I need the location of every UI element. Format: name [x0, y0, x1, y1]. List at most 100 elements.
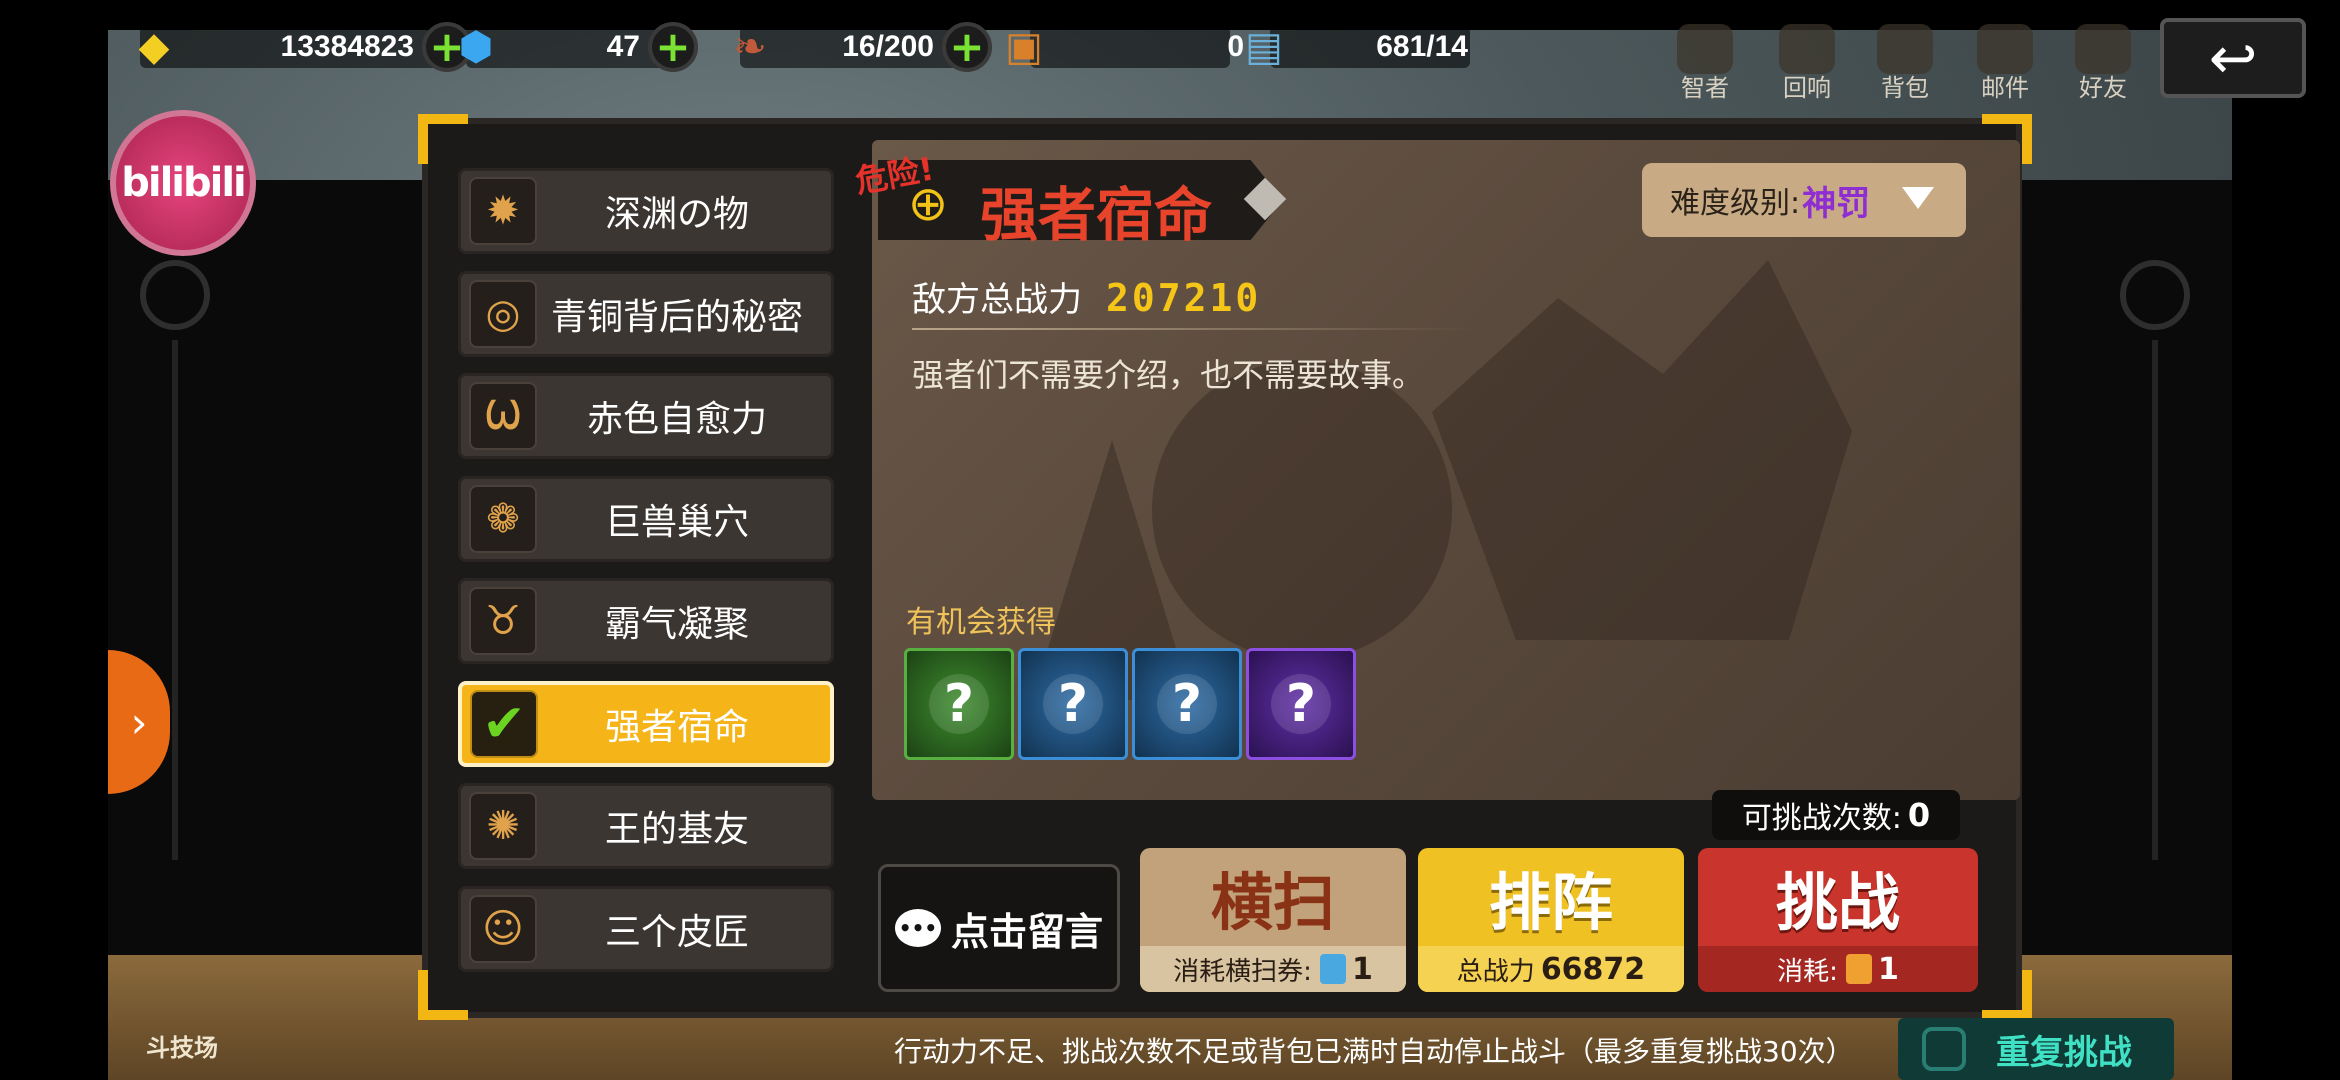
comment-button-label: 点击留言 — [950, 909, 1103, 954]
challenge-button-label: 挑战 — [1775, 866, 1900, 939]
comment-button[interactable]: ••• 点击留言 — [878, 864, 1120, 992]
gem-icon: ⬢ — [458, 24, 494, 70]
add-gem-button[interactable]: + — [648, 22, 698, 72]
paw-icon: ❁ — [469, 484, 537, 553]
book-resource: ▤ 681/14 — [1240, 24, 1468, 70]
reward-item[interactable]: ? — [1132, 648, 1242, 760]
friends-icon — [2075, 24, 2131, 74]
total-power-label: 总战力 — [1456, 956, 1535, 987]
check-icon: ✔ — [470, 689, 538, 758]
stamina-icon: ❧ — [733, 24, 767, 70]
difficulty-value: 神罚 — [1802, 183, 1871, 224]
sweep-button[interactable]: 横扫 消耗横扫券: 1 — [1140, 848, 1406, 992]
enemy-power: 敌方总战力 207210 — [912, 272, 1261, 321]
gold-icon: ◆ — [138, 24, 170, 70]
stage-item[interactable]: ☺ 三个皮匠 — [458, 885, 834, 972]
card-resource: ▣ 0 — [1000, 24, 1244, 70]
challenge-button[interactable]: 挑战 消耗: 1 — [1698, 848, 1978, 992]
back-arrow-icon: ↩ — [2208, 24, 2258, 92]
reward-list: ? ? ? ? — [904, 648, 1356, 760]
total-power-value: 66872 — [1540, 951, 1646, 987]
sage-icon — [1677, 24, 1733, 74]
book-value: 681/14 — [1376, 30, 1468, 63]
sun-icon: ✹ — [469, 177, 537, 245]
horn-icon: ♉ — [469, 587, 537, 655]
challenge-cost-value: 1 — [1877, 951, 1899, 987]
reward-item[interactable]: ? — [904, 648, 1014, 760]
auto-stop-note: 行动力不足、挑战次数不足或背包已满时自动停止战斗（最多重复挑战30次） — [894, 1035, 1854, 1068]
chevron-right-icon: › — [130, 697, 148, 747]
stamina-resource: ❧ 16/200 + — [726, 22, 992, 72]
stage-item-selected[interactable]: ✔ 强者宿命 — [458, 680, 834, 767]
stamina-value: 16/200 — [842, 30, 934, 63]
attempts-remaining: 可挑战次数: 0 — [1712, 790, 1960, 840]
card-value: 0 — [1227, 30, 1244, 63]
menu-sage[interactable]: 智者 — [1670, 24, 1740, 103]
fang-icon: Ѡ — [469, 382, 537, 450]
gem-resource: ⬢ 47 + — [452, 22, 698, 72]
menu-friends[interactable]: 好友 — [2068, 24, 2138, 103]
sweep-cost-value: 1 — [1351, 951, 1373, 987]
stage-item[interactable]: ✺ 王的基友 — [458, 783, 834, 869]
stage-label: 三个皮匠 — [604, 911, 749, 953]
stage-item[interactable]: ◎ 青铜背后的秘密 — [458, 270, 834, 357]
stage-title: 强者宿命 — [980, 181, 1213, 249]
difficulty-dropdown[interactable]: 难度级别: 神罚 — [1642, 163, 1966, 237]
total-power: 总战力 66872 — [1418, 946, 1684, 992]
panel-corner — [418, 114, 468, 164]
question-mark-icon: ? — [929, 674, 989, 734]
echo-icon — [1779, 24, 1835, 74]
gold-value: 13384823 — [280, 30, 414, 63]
stage-label: 霸气凝聚 — [604, 604, 749, 645]
reward-item[interactable]: ? — [1246, 648, 1356, 760]
card-icon: ▣ — [1005, 24, 1043, 70]
attempts-label: 可挑战次数: — [1741, 801, 1902, 836]
resource-bar: ◆ 13384823 + ⬢ 47 + ❧ 16/200 + ▣ 0 ▤ 681… — [0, 18, 2340, 102]
stage-description: 强者们不需要介绍，也不需要故事。 — [912, 356, 1425, 394]
bilibili-watermark: bilibili — [110, 110, 256, 256]
menu-friends-label: 好友 — [2079, 74, 2127, 102]
menu-mail[interactable]: 邮件 — [1970, 24, 2040, 103]
question-mark-icon: ? — [1043, 674, 1103, 734]
book-icon: ▤ — [1245, 24, 1283, 70]
question-mark-icon: ? — [1157, 674, 1217, 734]
mail-icon — [1977, 24, 2033, 74]
menu-sage-label: 智者 — [1681, 74, 1729, 102]
right-side-decoration — [2100, 170, 2220, 950]
reward-item[interactable]: ? — [1018, 648, 1128, 760]
stage-item[interactable]: Ѡ 赤色自愈力 — [458, 373, 834, 459]
menu-echo[interactable]: 回响 — [1772, 24, 1842, 103]
challenge-cost: 消耗: 1 — [1698, 946, 1978, 992]
enemy-power-label: 敌方总战力 — [912, 280, 1082, 320]
gem-value: 47 — [606, 30, 640, 63]
sweep-cost: 消耗横扫券: 1 — [1140, 946, 1406, 992]
lineup-button[interactable]: 排阵 总战力 66872 — [1418, 848, 1684, 992]
repeat-challenge-label: 重复挑战 — [1996, 1032, 2132, 1073]
checkbox[interactable] — [1922, 1027, 1966, 1071]
difficulty-label: 难度级别: — [1670, 186, 1801, 221]
challenge-cost-label: 消耗: — [1777, 956, 1838, 987]
left-side-decoration — [120, 170, 240, 950]
flower-icon: ✺ — [469, 792, 537, 860]
attempts-value: 0 — [1907, 796, 1931, 834]
sweep-ticket-icon — [1319, 954, 1346, 984]
sweep-cost-label: 消耗横扫券: — [1173, 956, 1312, 987]
person-icon: ☺ — [469, 894, 537, 963]
divider — [912, 328, 1472, 330]
stage-item[interactable]: ♉ 霸气凝聚 — [458, 578, 834, 664]
gold-resource: ◆ 13384823 + — [130, 22, 472, 72]
stage-item[interactable]: ✹ 深渊の物 — [458, 168, 834, 254]
menu-bag[interactable]: 背包 — [1870, 24, 1940, 103]
lineup-button-label: 排阵 — [1488, 866, 1613, 939]
reward-label: 有机会获得 — [906, 605, 1056, 640]
card-icon — [1845, 954, 1872, 984]
add-stamina-button[interactable]: + — [942, 22, 992, 72]
arena-label[interactable]: 斗技场 — [146, 1028, 218, 1063]
chat-bubble-icon: ••• — [894, 909, 941, 947]
stage-list: ✹ 深渊の物 ◎ 青铜背后的秘密 Ѡ 赤色自愈力 ❁ 巨兽巢穴 ♉ 霸气凝聚 ✔… — [458, 168, 838, 988]
back-button[interactable]: ↩ — [2160, 18, 2306, 98]
stage-item[interactable]: ❁ 巨兽巢穴 — [458, 475, 834, 562]
menu-echo-label: 回响 — [1783, 74, 1831, 102]
repeat-challenge-toggle[interactable]: 重复挑战 — [1898, 1018, 2174, 1080]
question-mark-icon: ? — [1271, 674, 1331, 734]
